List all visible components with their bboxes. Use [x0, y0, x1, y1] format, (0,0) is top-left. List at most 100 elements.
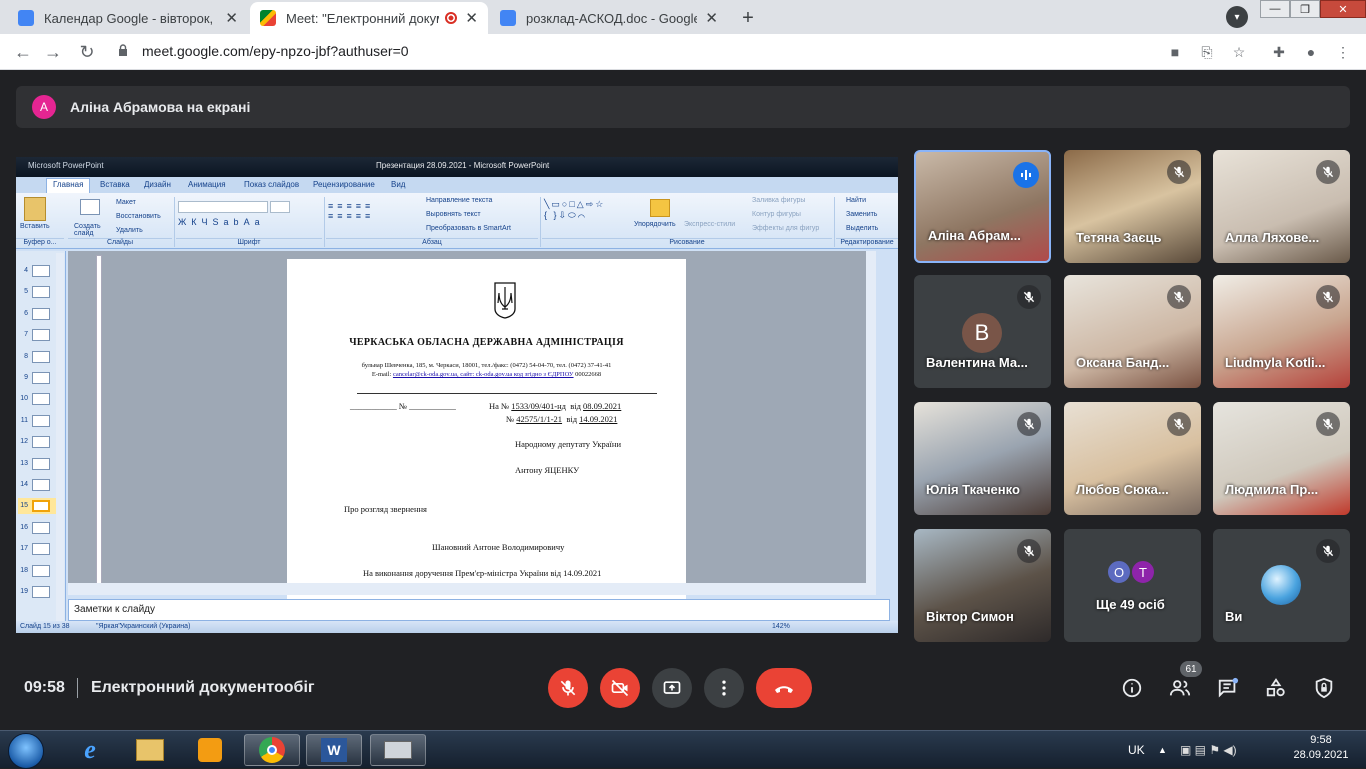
participant-tile[interactable]: О Т Ще 49 осіб	[1064, 529, 1201, 642]
maximize-button[interactable]: ❐	[1290, 0, 1320, 18]
new-slide-icon[interactable]	[80, 199, 100, 215]
mic-muted-icon	[1167, 285, 1191, 309]
close-icon[interactable]: ✕	[705, 9, 718, 27]
tab-home[interactable]: Главная	[46, 178, 91, 193]
zoom-level: 142%	[772, 623, 790, 630]
reload-icon[interactable]: ↻	[76, 41, 98, 63]
reset-button[interactable]: Восстановить	[116, 213, 161, 220]
bookmark-star-icon[interactable]: ☆	[1230, 43, 1248, 61]
word-taskbar-icon[interactable]: W	[306, 734, 362, 766]
shape-fill-button[interactable]: Заливка фигуры	[752, 197, 805, 204]
font-size-field[interactable]	[270, 201, 290, 213]
arrange-button[interactable]: Упорядочить	[634, 221, 676, 228]
present-icon	[663, 681, 681, 694]
new-slide-label[interactable]: Создать слайд	[74, 223, 106, 237]
scanner-taskbar-icon[interactable]	[370, 734, 426, 766]
smartart-button[interactable]: Преобразовать в SmartArt	[426, 225, 511, 232]
replace-button[interactable]: Заменить	[846, 211, 877, 218]
participant-tile[interactable]: Ви	[1213, 529, 1350, 642]
tab-meet[interactable]: Meet: "Електронний докумен ✕	[250, 2, 488, 34]
shape-outline-button[interactable]: Контур фигуры	[752, 211, 801, 218]
shape-effects-button[interactable]: Эффекты для фигур	[752, 225, 819, 232]
participant-tile[interactable]: Віктор Симон	[914, 529, 1051, 642]
close-icon[interactable]: ✕	[225, 9, 238, 27]
close-icon[interactable]: ✕	[465, 9, 478, 27]
tab-view[interactable]: Вид	[391, 180, 405, 189]
editor-scrollbar[interactable]	[866, 251, 876, 589]
thumbnail-scrollbar[interactable]	[56, 253, 64, 623]
paragraph-buttons[interactable]: ≡≡≡≡≡ ≡≡≡≡≡	[328, 201, 424, 229]
media-player-taskbar-icon[interactable]	[182, 734, 238, 766]
meeting-clock: 09:58	[24, 679, 65, 696]
lock-icon[interactable]	[118, 44, 128, 56]
participant-tile[interactable]: Тетяна Заєць	[1064, 150, 1201, 263]
tray-icons[interactable]: ▣ ▤ ⚑ ◀)	[1180, 731, 1237, 769]
mic-off-icon	[560, 680, 576, 696]
paste-label[interactable]: Вставить	[20, 223, 50, 230]
tab-insert[interactable]: Вставка	[100, 180, 130, 189]
group-divider	[834, 197, 835, 247]
participant-tile[interactable]: Аліна Абрам...	[914, 150, 1051, 263]
tab-calendar[interactable]: Календар Google - вівторок, 28 ✕	[8, 2, 248, 34]
new-tab-button[interactable]: +	[735, 5, 761, 31]
participant-tile[interactable]: Liudmyla Kotli...	[1213, 275, 1350, 388]
leave-call-button[interactable]	[756, 668, 812, 708]
translate-icon[interactable]: ⎘	[1198, 43, 1216, 61]
extensions-icon[interactable]: ✚	[1270, 43, 1288, 61]
slide-preview	[32, 393, 50, 406]
present-screen-button[interactable]	[652, 668, 692, 708]
chat-button[interactable]	[1216, 676, 1240, 700]
tab-animation[interactable]: Анимация	[188, 180, 226, 189]
delete-button[interactable]: Удалить	[116, 227, 143, 234]
participant-tile[interactable]: Любов Сюка...	[1064, 402, 1201, 515]
camera-toggle[interactable]	[600, 668, 640, 708]
minimize-button[interactable]: —	[1260, 0, 1290, 18]
align-text-button[interactable]: Выровнять текст	[426, 211, 481, 218]
participant-name: Ще 49 осіб	[1096, 597, 1165, 612]
camera-icon[interactable]: ■	[1166, 43, 1184, 61]
explorer-taskbar-icon[interactable]	[122, 734, 178, 766]
arrange-icon[interactable]	[650, 199, 670, 217]
more-options-button[interactable]	[704, 668, 744, 708]
tab-slideshow[interactable]: Показ слайдов	[244, 180, 299, 189]
text-direction-button[interactable]: Направление текста	[426, 197, 492, 204]
shapes-gallery[interactable]: ╲▭○□△⇨☆{ }⇩⬭⌒	[544, 199, 624, 229]
font-name-field[interactable]	[178, 201, 268, 213]
tab-docs[interactable]: розклад-АСКОД.doc - Google Д ✕	[490, 2, 728, 34]
profile-icon[interactable]: ●	[1302, 43, 1320, 61]
participant-tile[interactable]: Юлія Ткаченко	[914, 402, 1051, 515]
ie-taskbar-icon[interactable]: e	[62, 734, 118, 766]
tab-search-button[interactable]: ▾	[1226, 6, 1248, 28]
horizontal-scrollbar[interactable]	[68, 583, 876, 595]
microphone-toggle[interactable]	[548, 668, 588, 708]
show-hidden-icons[interactable]: ▲	[1158, 731, 1167, 769]
email-link[interactable]: cancelar@ck-oda.gov.ua, сайт: ck-oda.gov…	[393, 371, 574, 378]
meeting-details-button[interactable]	[1120, 676, 1144, 700]
tab-review[interactable]: Рецензирование	[313, 180, 375, 189]
host-controls-button[interactable]	[1312, 676, 1336, 700]
participant-tile[interactable]: Алла Ляхове...	[1213, 150, 1350, 263]
slide-notes[interactable]: Заметки к слайду	[68, 599, 890, 621]
back-icon[interactable]: ←	[12, 41, 34, 63]
tab-design[interactable]: Дизайн	[144, 180, 171, 189]
quick-styles-button[interactable]: Экспресс-стили	[684, 221, 735, 228]
participant-tile[interactable]: Людмила Пр...	[1213, 402, 1350, 515]
windows-start-button[interactable]	[8, 733, 44, 769]
participant-tile[interactable]: Оксана Банд...	[1064, 275, 1201, 388]
font-format-buttons[interactable]: ЖКЧSabAa	[178, 217, 318, 229]
participant-tile[interactable]: В Валентина Ма...	[914, 275, 1051, 388]
forward-icon[interactable]: →	[42, 41, 64, 63]
address-bar[interactable]: meet.google.com/epy-npzo-jbf?authuser=0	[142, 43, 409, 59]
menu-icon[interactable]: ⋮	[1334, 43, 1352, 61]
paste-icon[interactable]	[24, 197, 46, 221]
close-window-button[interactable]: ✕	[1320, 0, 1366, 18]
reference-line-1: На № 1533/09/401-нд від 08.09.2021	[489, 401, 621, 411]
chrome-taskbar-icon[interactable]	[244, 734, 300, 766]
people-button[interactable]	[1168, 676, 1192, 700]
find-button[interactable]: Найти	[846, 197, 866, 204]
system-clock[interactable]: 9:58 28.09.2021	[1286, 733, 1356, 763]
activities-button[interactable]	[1264, 676, 1288, 700]
language-indicator[interactable]: UK	[1128, 731, 1145, 769]
select-button[interactable]: Выделить	[846, 225, 878, 232]
layout-button[interactable]: Макет	[116, 199, 136, 206]
